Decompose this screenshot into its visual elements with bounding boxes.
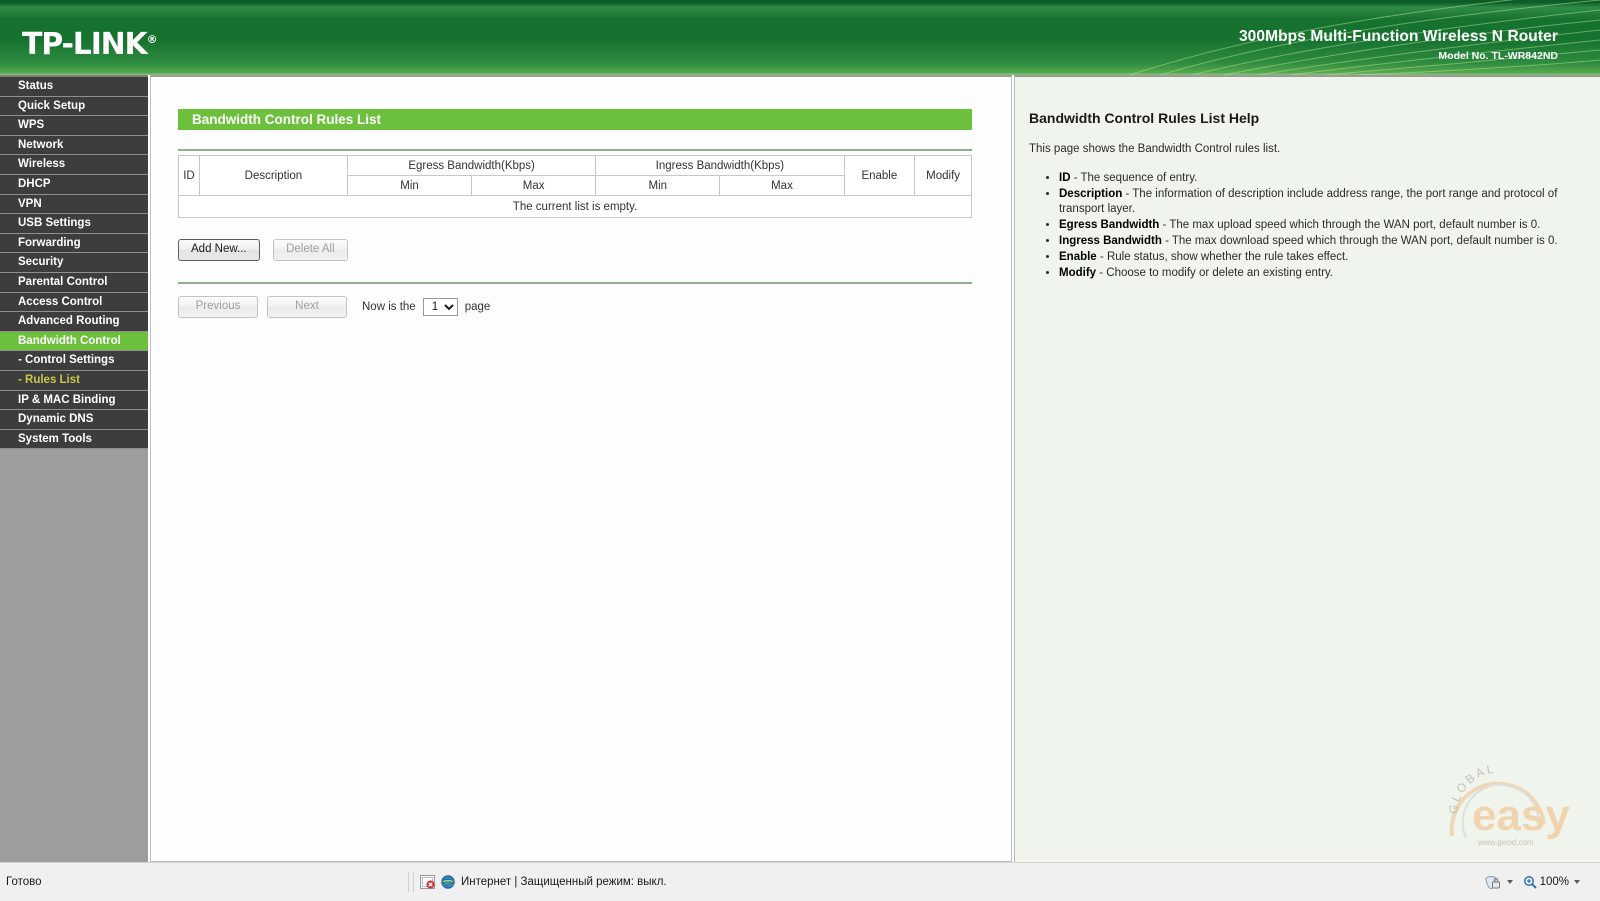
pagination-controls: Previous Next Now is the 1 page: [178, 296, 972, 318]
help-item: Enable - Rule status, show whether the r…: [1059, 250, 1586, 265]
top-banner: TP-LINK® 300Mbps Multi-Function Wireless…: [0, 0, 1600, 75]
table-body: The current list is empty.: [178, 195, 972, 218]
header-enable: Enable: [843, 155, 916, 196]
zoom-dropdown-caret-icon[interactable]: [1574, 880, 1580, 884]
sidebar-item-dhcp[interactable]: DHCP: [0, 174, 148, 195]
header-description: Description: [198, 155, 348, 196]
delete-all-button[interactable]: Delete All: [273, 239, 348, 261]
header-egress-bandwidth: Egress Bandwidth(Kbps): [346, 155, 597, 176]
help-item: Description - The information of descrip…: [1059, 187, 1586, 217]
empty-list-row: The current list is empty.: [178, 195, 972, 218]
help-item: Ingress Bandwidth - The max download spe…: [1059, 234, 1586, 249]
page-body: Status Quick Setup WPS Network Wireless DHCP V…: [0, 75, 1600, 864]
sidebar-item-parental-control[interactable]: Parental Control: [0, 272, 148, 293]
sidebar-item-network[interactable]: Network: [0, 135, 148, 156]
pager-suffix-label: page: [464, 301, 491, 313]
sidebar-item-rules-list[interactable]: - Rules List: [0, 370, 148, 391]
help-item-description: - Rule status, show whether the rule tak…: [1096, 251, 1349, 263]
header-ingress-bandwidth: Ingress Bandwidth(Kbps): [595, 155, 845, 176]
sidebar-item-ip-mac-binding[interactable]: IP & MAC Binding: [0, 390, 148, 411]
sidebar-navigation: Status Quick Setup WPS Network Wireless DHCP V…: [0, 75, 148, 864]
help-item-list: ID - The sequence of entry.Description -…: [1043, 171, 1586, 281]
empty-list-message: The current list is empty.: [178, 195, 972, 218]
header-egress-max: Max: [471, 175, 597, 196]
help-item-term: Modify: [1059, 267, 1097, 279]
product-info: 300Mbps Multi-Function Wireless N Router…: [1239, 28, 1558, 62]
previous-page-button[interactable]: Previous: [178, 296, 258, 318]
sidebar-item-status[interactable]: Status: [0, 77, 148, 97]
sidebar-item-security[interactable]: Security: [0, 253, 148, 273]
sidebar-item-bandwidth-control[interactable]: Bandwidth Control: [0, 331, 148, 352]
model-number: Model No. TL-WR842ND: [1438, 50, 1558, 62]
help-item-description: - Choose to modify or delete an existing…: [1096, 267, 1333, 279]
next-page-button[interactable]: Next: [267, 296, 347, 318]
help-title: Bandwidth Control Rules List Help: [1029, 110, 1260, 126]
watermark-arc-text: GLOBAL: [1446, 761, 1495, 814]
status-ready-text: Готово: [6, 876, 42, 888]
zoom-level-label: 100%: [1539, 876, 1569, 888]
browser-status-bar: Готово Интернет | Защищенный режим: выкл…: [0, 862, 1600, 901]
help-panel: Bandwidth Control Rules List Help This p…: [1014, 75, 1600, 862]
svg-text:GLOBAL: GLOBAL: [1446, 761, 1497, 814]
sidebar-item-system-tools[interactable]: System Tools: [0, 429, 148, 450]
add-new-button[interactable]: Add New...: [178, 239, 260, 261]
header-modify: Modify: [914, 155, 972, 196]
header-egress-min: Min: [346, 175, 473, 196]
action-button-row: Add New... Delete All: [178, 239, 972, 261]
security-zone-text: Интернет | Защищенный режим: выкл.: [461, 876, 667, 888]
gecid-watermark: GLOBAL easy www.gecid.com: [1446, 761, 1570, 847]
privacy-dropdown-caret-icon[interactable]: [1506, 880, 1513, 884]
watermark-url: www.gecid.com: [1477, 838, 1534, 847]
help-item: Egress Bandwidth - The max upload speed …: [1059, 218, 1586, 233]
sidebar-item-wireless[interactable]: Wireless: [0, 155, 148, 175]
help-item: Modify - Choose to modify or delete an e…: [1059, 266, 1586, 281]
zoom-magnifier-icon[interactable]: [1523, 875, 1537, 889]
sidebar-item-access-control[interactable]: Access Control: [0, 292, 148, 313]
security-zone-indicator[interactable]: Интернет | Защищенный режим: выкл.: [420, 875, 667, 889]
sidebar-item-dynamic-dns[interactable]: Dynamic DNS: [0, 410, 148, 430]
status-right-group: 100%: [1484, 875, 1590, 890]
help-item-term: Enable: [1059, 251, 1097, 263]
help-item: ID - The sequence of entry.: [1059, 171, 1586, 186]
sidebar-item-forwarding[interactable]: Forwarding: [0, 233, 148, 254]
help-item-description: - The sequence of entry.: [1070, 172, 1198, 184]
tp-link-logo: TP-LINK®: [22, 27, 158, 62]
help-item-description: - The max upload speed which through the…: [1159, 219, 1541, 231]
sidebar-item-vpn[interactable]: VPN: [0, 194, 148, 215]
sidebar-item-control-settings[interactable]: - Control Settings: [0, 351, 148, 371]
help-item-term: ID: [1059, 172, 1071, 184]
pager-prefix-label: Now is the: [362, 301, 416, 313]
sidebar-item-advanced-routing[interactable]: Advanced Routing: [0, 312, 148, 332]
header-id: ID: [178, 155, 200, 196]
status-divider: [408, 872, 409, 892]
sidebar-item-wps[interactable]: WPS: [0, 116, 148, 136]
product-title: 300Mbps Multi-Function Wireless N Router: [1238, 28, 1558, 45]
sidebar-item-usb-settings[interactable]: USB Settings: [0, 214, 148, 234]
main-content-panel: Bandwidth Control Rules List ID Descript…: [150, 75, 1012, 862]
header-ingress-min: Min: [595, 175, 721, 196]
bandwidth-rules-table: ID Description Egress Bandwidth(Kbps) In…: [178, 155, 972, 218]
header-ingress-max: Max: [719, 175, 845, 196]
registered-mark-icon: ®: [146, 33, 158, 46]
help-item-term: Egress Bandwidth: [1059, 219, 1160, 231]
status-divider: [413, 872, 414, 892]
help-intro-text: This page shows the Bandwidth Control ru…: [1029, 143, 1281, 155]
help-item-description: - The information of description include…: [1059, 188, 1558, 215]
privacy-shield-icon[interactable]: [1484, 875, 1502, 890]
blocked-popup-icon: [420, 875, 435, 889]
help-item-term: Ingress Bandwidth: [1059, 235, 1162, 247]
help-item-description: - The max download speed which through t…: [1161, 235, 1558, 247]
divider-top: [178, 149, 972, 151]
logo-wordmark: TP-LINK: [22, 27, 148, 62]
sidebar-item-quick-setup[interactable]: Quick Setup: [0, 96, 148, 117]
page-number-select[interactable]: 1: [422, 298, 458, 316]
internet-globe-icon: [441, 875, 455, 889]
page-title: Bandwidth Control Rules List: [178, 109, 972, 130]
watermark-brand: easy: [1472, 791, 1570, 840]
divider-pager: [178, 282, 972, 284]
table-header-row-primary: ID Description Egress Bandwidth(Kbps) In…: [178, 155, 972, 196]
help-item-term: Description: [1059, 188, 1123, 200]
